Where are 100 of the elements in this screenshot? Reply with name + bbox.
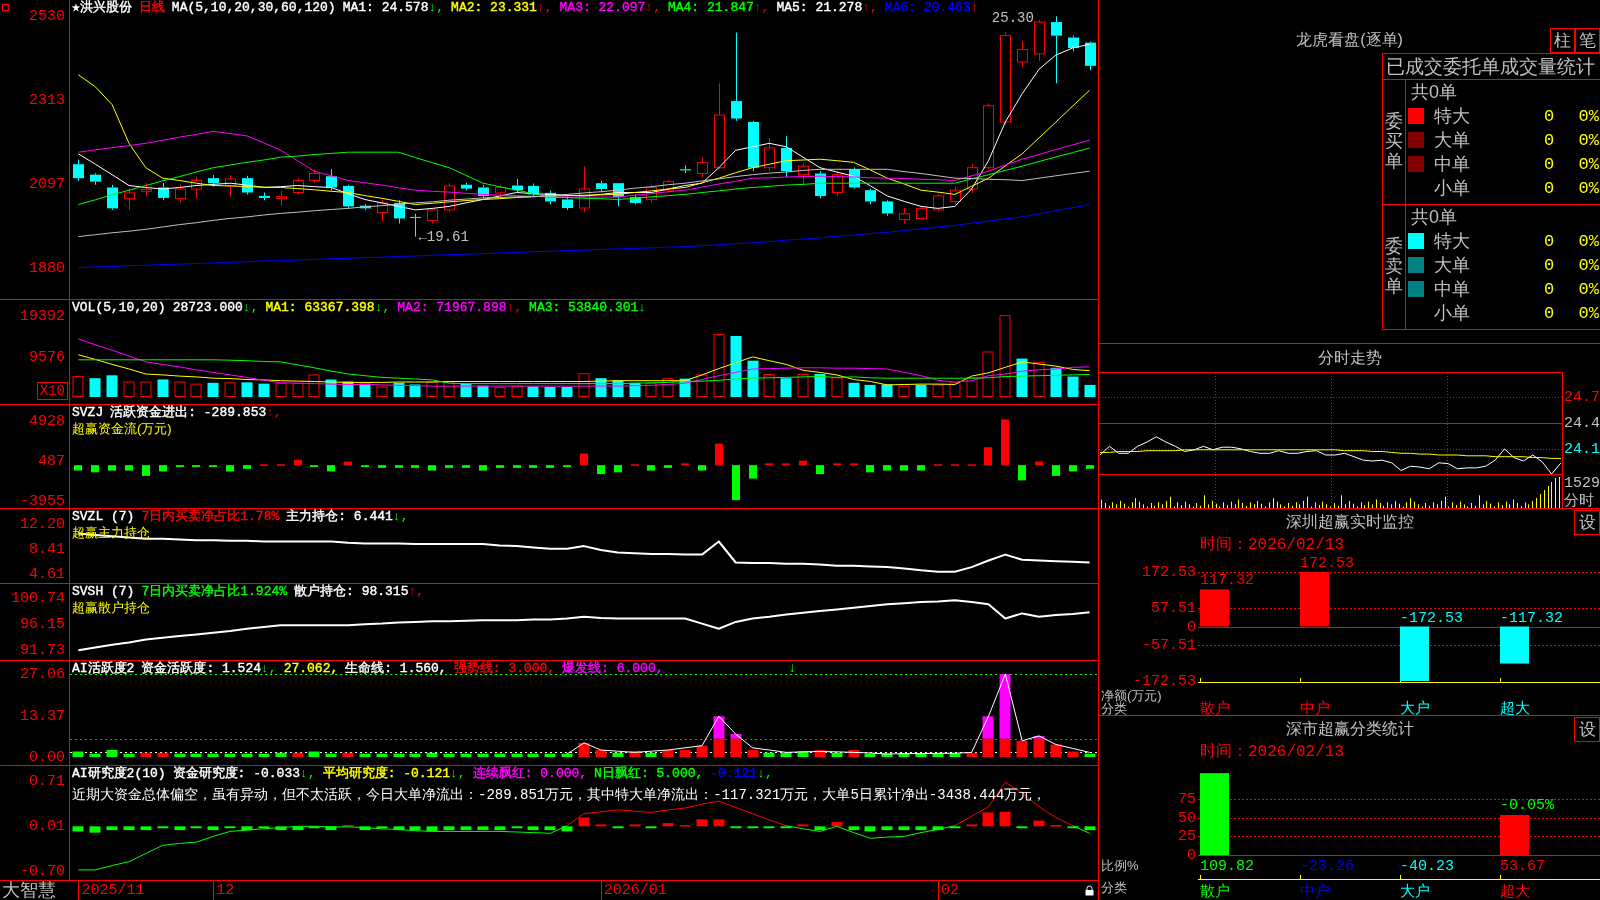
axis-tick-label: 27.06: [20, 666, 65, 682]
legend-label: 7日内买卖净占比1.78%: [141, 509, 280, 525]
legend-label: 27.062,: [283, 661, 339, 677]
axis-tick-label: 2097: [29, 176, 65, 192]
signal-arrow: ↓: [788, 661, 797, 675]
axis-tick-label: -0.70: [20, 863, 65, 878]
value-label: 117.32: [1200, 573, 1254, 589]
axis-tick-label: 2530: [29, 8, 65, 24]
trend-arrow: ↓,: [450, 766, 466, 782]
legend-label: SVZJ: [72, 405, 104, 421]
axis-tick-label: 0.71: [29, 773, 65, 789]
category-label: 大户: [1400, 700, 1430, 715]
order-percent: 0%: [1577, 107, 1599, 125]
unit-label: X10: [36, 382, 68, 400]
axis-tick-label: -3955: [20, 493, 65, 509]
order-type-label: 大单: [1434, 131, 1471, 149]
axis-tick-label: 13.37: [20, 708, 65, 724]
legend-label: 连续飘红: 0.000,: [472, 766, 588, 782]
order-percent: 0%: [1577, 131, 1599, 149]
legend-label: MA6: 20.463: [884, 0, 971, 16]
order-type-label: 特大: [1434, 107, 1471, 125]
percent-label: -0.05%: [1500, 798, 1554, 813]
legend-label: -0.121: [710, 766, 758, 782]
axis-tick-label: 172.53: [1142, 564, 1196, 580]
date-tick-label: 02: [937, 881, 959, 900]
group-total: 共0单: [1410, 206, 1458, 229]
order-type-label: 大单: [1434, 256, 1471, 274]
axis-tick-label: 0.00: [29, 749, 65, 765]
axis-tick-label: 24.7: [1564, 389, 1600, 405]
order-percent: 0%: [1577, 304, 1599, 322]
group-label: 委卖单: [1385, 237, 1403, 297]
order-count: 0: [1542, 107, 1556, 125]
time-label: 时间：2026/02/13: [1200, 744, 1344, 760]
category-label: 超大: [1500, 700, 1530, 715]
axis-tick-label: 19392: [20, 308, 65, 324]
category-label: 中户: [1300, 700, 1330, 715]
axis-tick-label: 4928: [29, 413, 65, 429]
panel-title: 深圳超赢实时监控: [1285, 514, 1414, 530]
axis-tick-label: 0.01: [29, 818, 65, 834]
axis-tick-label: 0: [1187, 847, 1196, 863]
legend-label: SVSH (7): [72, 584, 135, 600]
axis-tick-label: 75: [1178, 791, 1196, 807]
order-percent: 0%: [1577, 232, 1599, 250]
order-type-label: 中单: [1434, 155, 1471, 173]
axis-tick-label: 91.73: [20, 642, 65, 658]
trend-arrow: ↑: [970, 0, 979, 16]
legend-label: 主力持仓: 6.441: [286, 509, 393, 525]
axis-tick-label: 0: [1187, 619, 1196, 634]
value-label: -117.32: [1500, 610, 1563, 626]
order-type-label: 特大: [1434, 232, 1471, 250]
order-type-label: 小单: [1434, 304, 1471, 322]
trend-arrow: ↑,: [266, 405, 282, 421]
trend-arrow: ↓,: [300, 766, 316, 782]
price-label: 25.30: [991, 11, 1034, 26]
category-label: 中户: [1300, 883, 1330, 898]
order-count: 0: [1542, 280, 1556, 298]
volume-max-label: 1529: [1564, 476, 1600, 491]
order-type-label: 小单: [1434, 179, 1471, 197]
axis-title: 净额(万元): [1101, 689, 1162, 702]
legend-label: 资金活跃度: 1.524: [141, 661, 261, 677]
legend-label: MA5: 21.278: [776, 0, 863, 16]
trend-arrow: ↑,: [645, 0, 661, 16]
legend-label: 散户持仓: 98.315: [294, 584, 409, 600]
value-label: -40.23: [1400, 859, 1454, 874]
order-count: 0: [1542, 155, 1556, 173]
trend-arrow: ↑,: [536, 0, 553, 16]
legend-label: 平均研究度: -0.121: [322, 766, 451, 782]
axis-tick-label: 4.61: [29, 566, 65, 582]
trend-arrow: ↑,: [753, 0, 770, 16]
legend-label: ★洪兴股份: [72, 0, 132, 16]
date-tick-label: 12: [213, 881, 235, 900]
trend-arrow: ↓,: [428, 0, 445, 16]
axis-tick-label: 100.74: [11, 590, 65, 606]
order-percent: 0%: [1577, 256, 1599, 274]
legend-label: SVZL (7): [72, 509, 135, 525]
legend-label: MA2: 23.331: [451, 0, 537, 16]
value-label: 109.82: [1200, 859, 1254, 874]
legend-label: AI研究度2(10): [72, 766, 166, 782]
legend-note: 超赢资金流(万元): [72, 421, 172, 437]
legend-label: 强势线: 3.000,: [453, 661, 556, 677]
trend-arrow: ↓,: [242, 300, 259, 316]
axis-title: 分类: [1101, 881, 1127, 894]
group-label: 委买单: [1385, 112, 1403, 172]
table-title: 已成交委托单成交量统计: [1385, 55, 1596, 79]
axis-tick-label: 12.20: [20, 516, 65, 532]
legend-label: N日飘红: 5.000,: [594, 766, 704, 782]
trend-arrow: ↓,: [757, 766, 773, 782]
value-label: -23.26: [1300, 859, 1354, 874]
trend-arrow: ↓,: [374, 300, 391, 316]
period-label: 分时: [1564, 492, 1594, 507]
legend-label: 28723.000: [172, 300, 243, 316]
axis-tick-label: -172.53: [1133, 673, 1196, 689]
trend-arrow: ↓: [638, 300, 647, 316]
value-label: 172.53: [1300, 556, 1354, 571]
legend-label: 活跃资金进出: -289.853: [110, 405, 267, 421]
axis-tick-label: 9576: [29, 349, 65, 365]
legend-label: MA1: 24.578: [342, 0, 429, 16]
axis-title: 分类: [1101, 702, 1127, 715]
category-label: 超大: [1500, 883, 1530, 898]
order-percent: 0%: [1577, 155, 1599, 173]
